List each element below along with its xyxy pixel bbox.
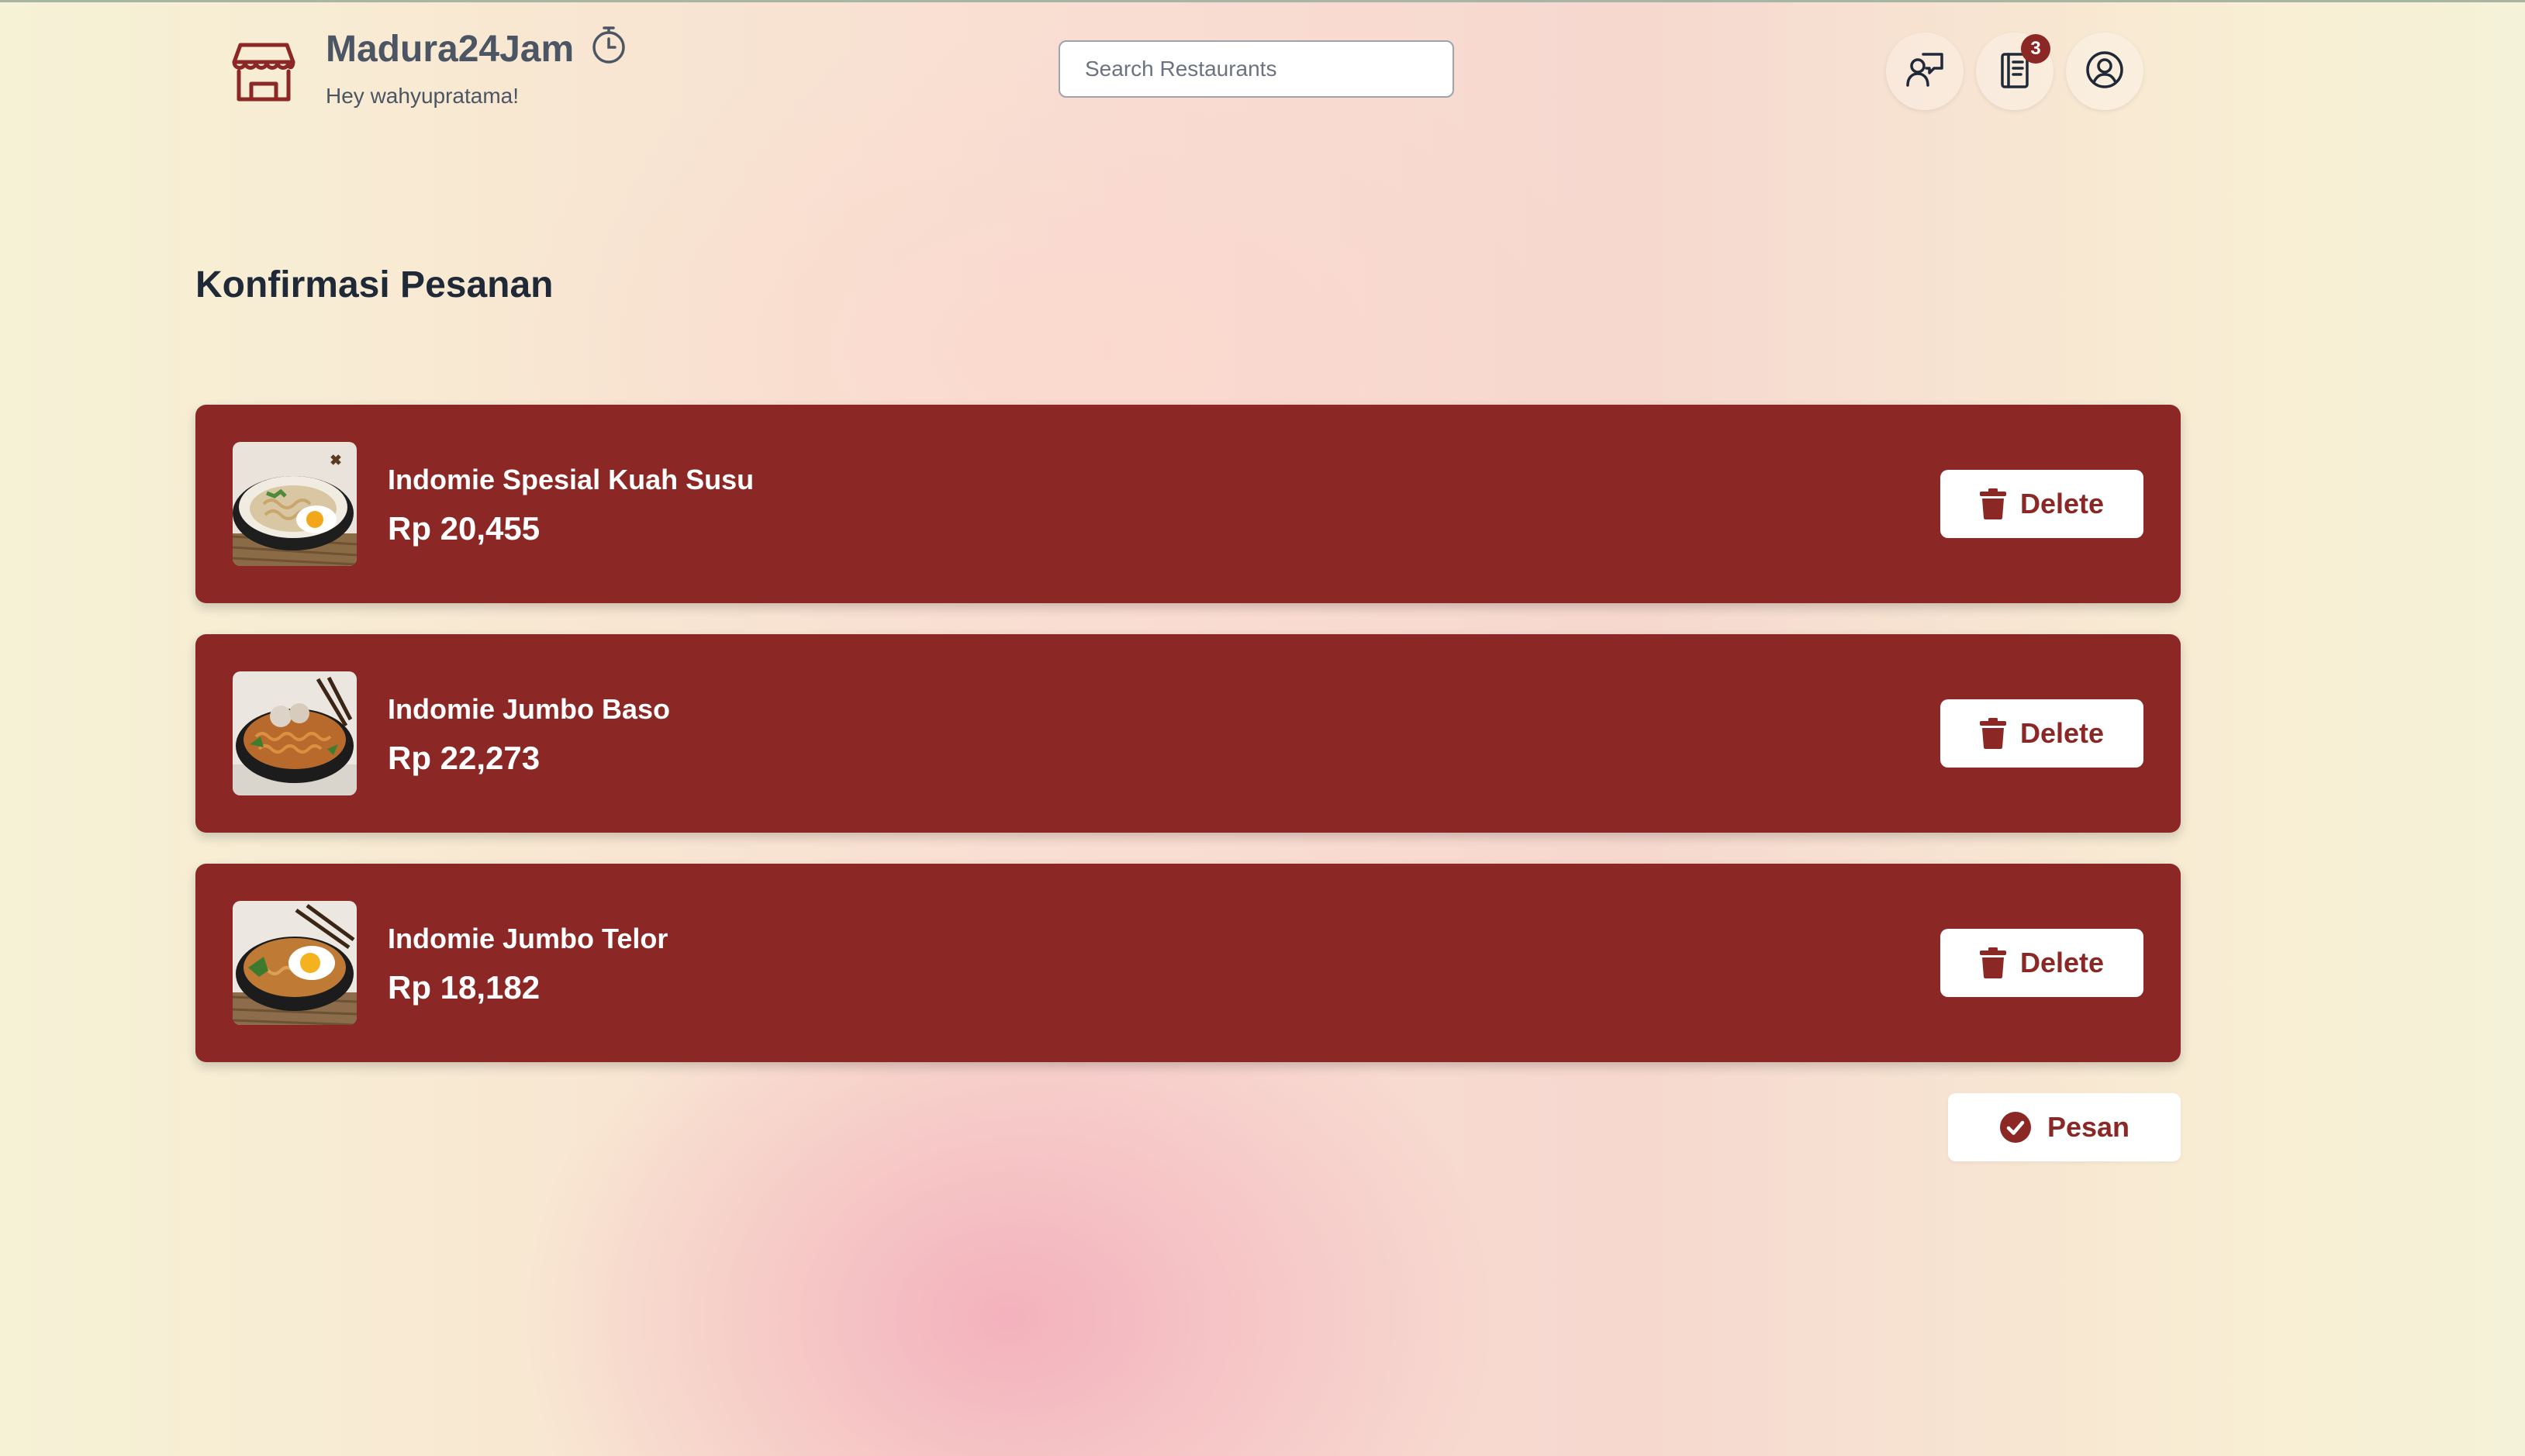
- delete-button[interactable]: Delete: [1940, 929, 2143, 997]
- store-icon[interactable]: [230, 37, 298, 105]
- order-item: Indomie Spesial Kuah Susu Rp 20,455 Dele…: [195, 405, 2181, 603]
- delete-label: Delete: [2019, 488, 2105, 519]
- orders-count-badge: 3: [2021, 34, 2050, 64]
- delete-button[interactable]: Delete: [1940, 470, 2143, 538]
- item-name: Indomie Jumbo Telor: [388, 923, 668, 954]
- place-order-label: Pesan: [2047, 1111, 2130, 1143]
- search-input[interactable]: [1059, 40, 1454, 98]
- trash-icon: [1979, 718, 2006, 749]
- app-header: Madura24Jam Hey wahyupratama! Search Res…: [0, 0, 2525, 140]
- item-price: Rp 22,273: [388, 740, 541, 776]
- trash-icon: [1979, 947, 2006, 978]
- check-circle-icon: [1999, 1112, 2031, 1143]
- food-image: [233, 442, 357, 566]
- place-order-button[interactable]: Pesan: [1948, 1093, 2181, 1161]
- order-item: Indomie Jumbo Telor Rp 18,182 Delete: [195, 864, 2181, 1062]
- profile-button[interactable]: [2066, 33, 2143, 110]
- order-item: Indomie Jumbo Baso Rp 22,273 Delete: [195, 634, 2181, 833]
- trash-icon: [1979, 488, 2006, 519]
- chat-user-icon: [1905, 50, 1945, 94]
- user-circle-icon: [2085, 50, 2125, 94]
- brand-title: Madura24Jam: [326, 29, 575, 70]
- food-image: [233, 671, 357, 795]
- food-image: [233, 901, 357, 1025]
- delete-button[interactable]: Delete: [1940, 699, 2143, 768]
- item-price: Rp 20,455: [388, 510, 541, 547]
- greeting-text: Hey wahyupratama!: [326, 84, 520, 108]
- delete-label: Delete: [2019, 947, 2105, 978]
- stopwatch-icon: [589, 23, 628, 65]
- chat-button[interactable]: [1886, 33, 1964, 110]
- page-title: Konfirmasi Pesanan: [195, 264, 554, 305]
- item-name: Indomie Jumbo Baso: [388, 693, 671, 725]
- delete-label: Delete: [2019, 717, 2105, 749]
- item-price: Rp 18,182: [388, 969, 541, 1006]
- item-name: Indomie Spesial Kuah Susu: [388, 464, 755, 495]
